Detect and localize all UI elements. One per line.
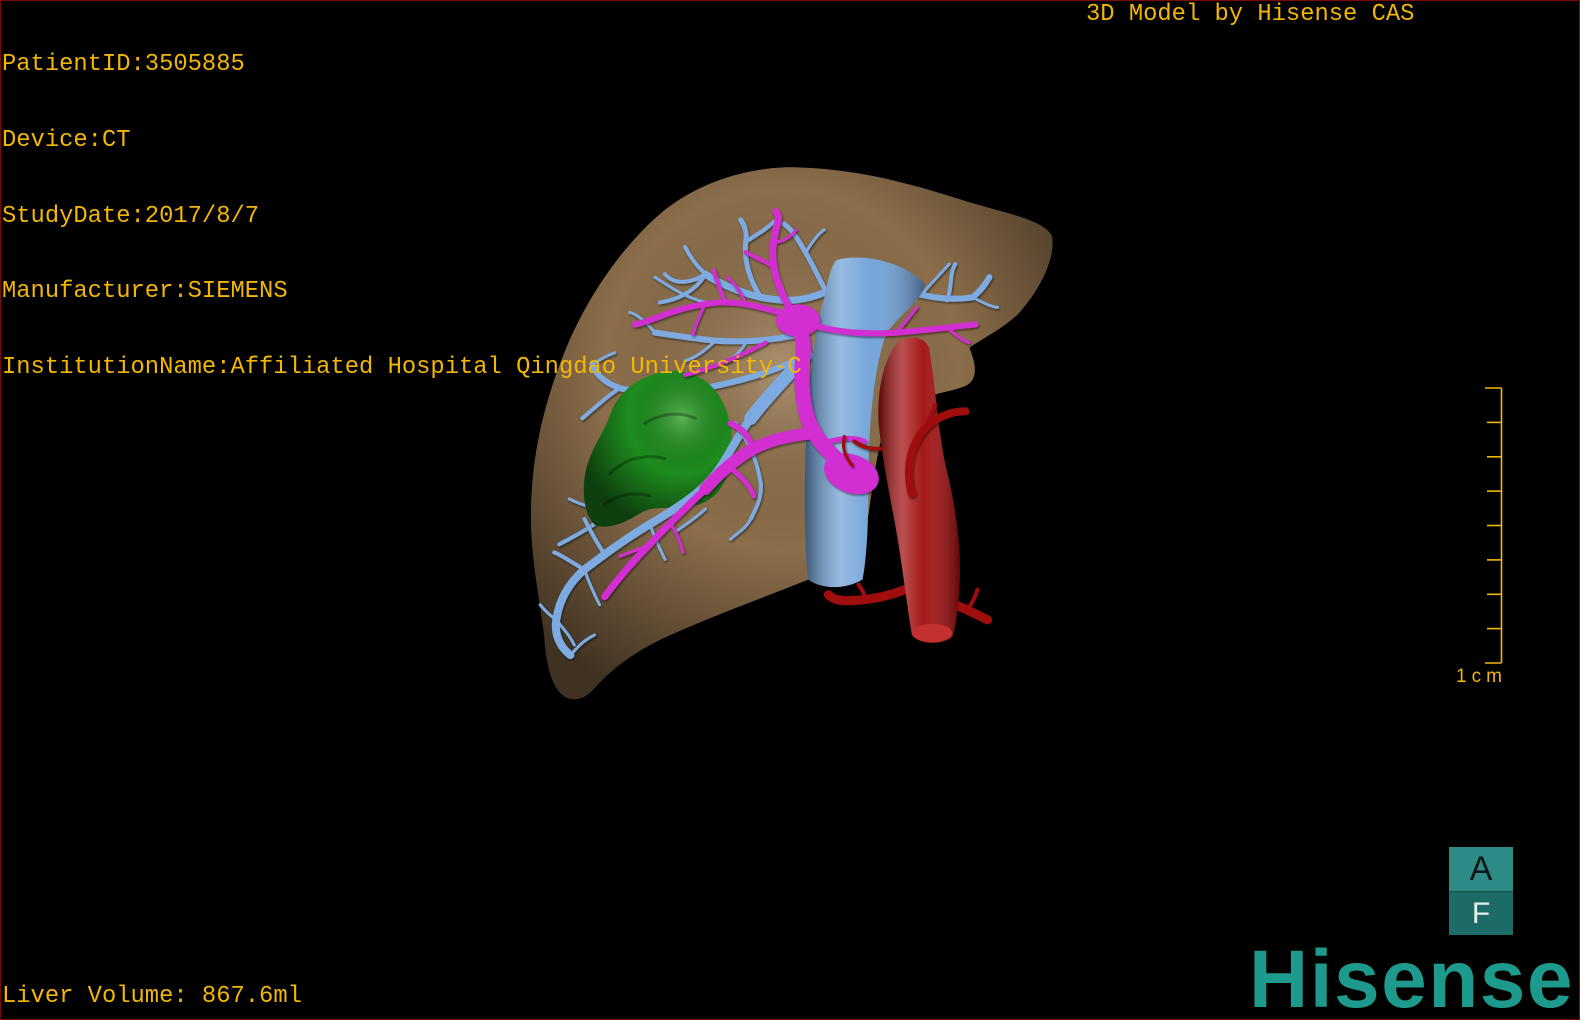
hisense-logo: Hisense bbox=[1249, 934, 1575, 1020]
scale-bar bbox=[1485, 387, 1503, 664]
patient-info-overlay: PatientID:3505885 Device:CT StudyDate:20… bbox=[2, 2, 802, 430]
device-text: Device:CT bbox=[2, 127, 131, 155]
scale-bar-label: 1cm bbox=[1456, 666, 1507, 687]
patient-id-text: PatientID:3505885 bbox=[2, 51, 245, 79]
orientation-anterior-face[interactable]: A bbox=[1449, 847, 1513, 891]
study-date-text: StudyDate:2017/8/7 bbox=[2, 202, 260, 230]
liver-volume-text: Liver Volume: 867.6ml bbox=[2, 983, 302, 1010]
orientation-foot-face[interactable]: F bbox=[1449, 891, 1513, 935]
3d-viewport[interactable]: PatientID:3505885 Device:CT StudyDate:20… bbox=[0, 0, 1580, 1020]
manufacturer-text: Manufacturer:SIEMENS bbox=[2, 278, 288, 306]
aorta-cut-end bbox=[911, 623, 953, 643]
institution-name-text: InstitutionName:Affiliated Hospital Qing… bbox=[2, 353, 802, 381]
orientation-cube[interactable]: A F bbox=[1449, 847, 1513, 935]
aorta-branch bbox=[965, 587, 980, 612]
model-credit-text: 3D Model by Hisense CAS bbox=[1086, 1, 1415, 28]
